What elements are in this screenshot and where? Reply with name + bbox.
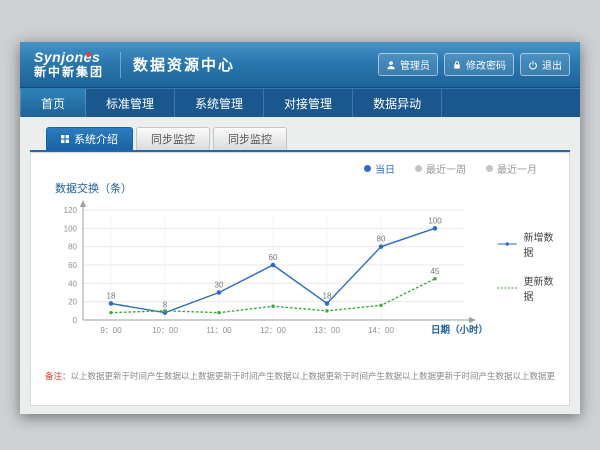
svg-text:0: 0 [73, 316, 78, 325]
chart-panel: 当日 最近一周 最近一月 数据交换（条） 0 20 40 60 80 100 120 9：00… [30, 152, 570, 406]
footnote-text: 以上数据更新于时间产生数据以上数据更新于时间产生数据以上数据更新于时间产生数据以… [71, 371, 555, 381]
nav-item-standard-mgmt[interactable]: 标准管理 [86, 89, 175, 117]
tab-label: 同步监控 [228, 131, 272, 147]
legend-new-data[interactable]: 新增数据 [497, 229, 555, 259]
solid-line-swatch-icon [497, 240, 517, 248]
logo-subtitle: 新中新集团 [34, 66, 104, 79]
radio-dot-icon [364, 165, 371, 172]
nav-item-label: 系统管理 [195, 95, 243, 112]
app-header: Synjones 新中新集团 数据资源中心 管理员 修改密码 退出 [20, 42, 580, 88]
svg-text:80: 80 [377, 235, 386, 244]
svg-text:10：00: 10：00 [152, 326, 178, 335]
footnote-prefix: 备注： [45, 371, 71, 381]
svg-text:9：00: 9：00 [100, 326, 122, 335]
user-icon [386, 60, 396, 70]
main-nav: 首页 标准管理 系统管理 对接管理 数据异动 [20, 88, 580, 117]
grid-icon [61, 135, 69, 143]
svg-text:100: 100 [64, 224, 78, 233]
desktop-background: Synjones 新中新集团 数据资源中心 管理员 修改密码 退出 [0, 0, 600, 450]
tab-bar: 系统介绍 同步监控 同步监控 [20, 117, 580, 150]
tab-sync-monitor-2[interactable]: 同步监控 [213, 127, 287, 150]
change-password-button[interactable]: 修改密码 [444, 53, 514, 76]
svg-text:60: 60 [269, 253, 278, 262]
tab-label: 同步监控 [151, 131, 195, 147]
header-actions: 管理员 修改密码 退出 [378, 53, 570, 76]
logout-label: 退出 [542, 57, 562, 72]
filter-label: 当日 [375, 161, 395, 176]
app-window: Synjones 新中新集团 数据资源中心 管理员 修改密码 退出 [20, 42, 580, 414]
svg-text:120: 120 [64, 206, 78, 215]
svg-text:100: 100 [428, 216, 442, 225]
legend-label: 更新数据 [523, 273, 555, 303]
filter-label: 最近一月 [497, 161, 537, 176]
change-password-label: 修改密码 [466, 57, 506, 72]
chart-row: 0 20 40 60 80 100 120 9：00 10：00 11：00 12：00 13：00 1… [45, 198, 555, 348]
tab-label: 系统介绍 [74, 131, 118, 147]
legend-label: 新增数据 [523, 229, 555, 259]
nav-item-label: 数据异动 [373, 95, 421, 112]
nav-item-label: 标准管理 [106, 95, 154, 112]
filter-last-month[interactable]: 最近一月 [486, 161, 537, 176]
range-filter-legend: 当日 最近一周 最近一月 [45, 161, 555, 176]
svg-text:20: 20 [68, 298, 77, 307]
nav-item-label: 对接管理 [284, 95, 332, 112]
admin-button[interactable]: 管理员 [378, 53, 438, 76]
filter-today[interactable]: 当日 [364, 161, 395, 176]
svg-text:40: 40 [68, 279, 77, 288]
line-chart: 0 20 40 60 80 100 120 9：00 10：00 11：00 12：00 13：00 1… [45, 198, 495, 348]
y-axis-title: 数据交换（条） [55, 180, 555, 196]
dotted-line-swatch-icon [497, 284, 517, 292]
svg-text:14：00: 14：00 [368, 326, 394, 335]
admin-button-label: 管理员 [400, 57, 430, 72]
legend-updated-data[interactable]: 更新数据 [497, 273, 555, 303]
svg-text:18: 18 [107, 292, 116, 301]
tab-sync-monitor-1[interactable]: 同步监控 [136, 127, 210, 150]
svg-text:80: 80 [68, 243, 77, 252]
header-divider [120, 52, 121, 78]
filter-last-week[interactable]: 最近一周 [415, 161, 466, 176]
svg-text:13：00: 13：00 [314, 326, 340, 335]
svg-text:45: 45 [431, 267, 440, 276]
svg-text:日期（小时）: 日期（小时） [431, 324, 488, 336]
content-area: 系统介绍 同步监控 同步监控 当日 最近一 [20, 117, 580, 414]
svg-text:11：00: 11：00 [206, 326, 232, 335]
svg-text:18: 18 [323, 292, 332, 301]
nav-item-home[interactable]: 首页 [20, 89, 86, 117]
logo: Synjones 新中新集团 [30, 48, 108, 81]
nav-item-data-change[interactable]: 数据异动 [353, 89, 442, 117]
series-legend: 新增数据 更新数据 [497, 229, 555, 303]
svg-text:30: 30 [215, 281, 224, 290]
svg-text:60: 60 [68, 261, 77, 270]
filter-label: 最近一周 [426, 161, 466, 176]
lock-icon [452, 60, 462, 70]
logout-button[interactable]: 退出 [520, 53, 570, 76]
page-title: 数据资源中心 [133, 54, 235, 75]
radio-dot-icon [486, 165, 493, 172]
nav-item-docking-mgmt[interactable]: 对接管理 [264, 89, 353, 117]
nav-item-system-mgmt[interactable]: 系统管理 [175, 89, 264, 117]
tab-system-intro[interactable]: 系统介绍 [46, 127, 133, 150]
logo-text: Synjones [34, 50, 104, 65]
footnote: 备注：以上数据更新于时间产生数据以上数据更新于时间产生数据以上数据更新于时间产生… [45, 370, 555, 382]
svg-text:8: 8 [163, 301, 168, 310]
nav-item-label: 首页 [41, 95, 65, 112]
svg-text:12：00: 12：00 [260, 326, 286, 335]
radio-dot-icon [415, 165, 422, 172]
power-icon [528, 60, 538, 70]
